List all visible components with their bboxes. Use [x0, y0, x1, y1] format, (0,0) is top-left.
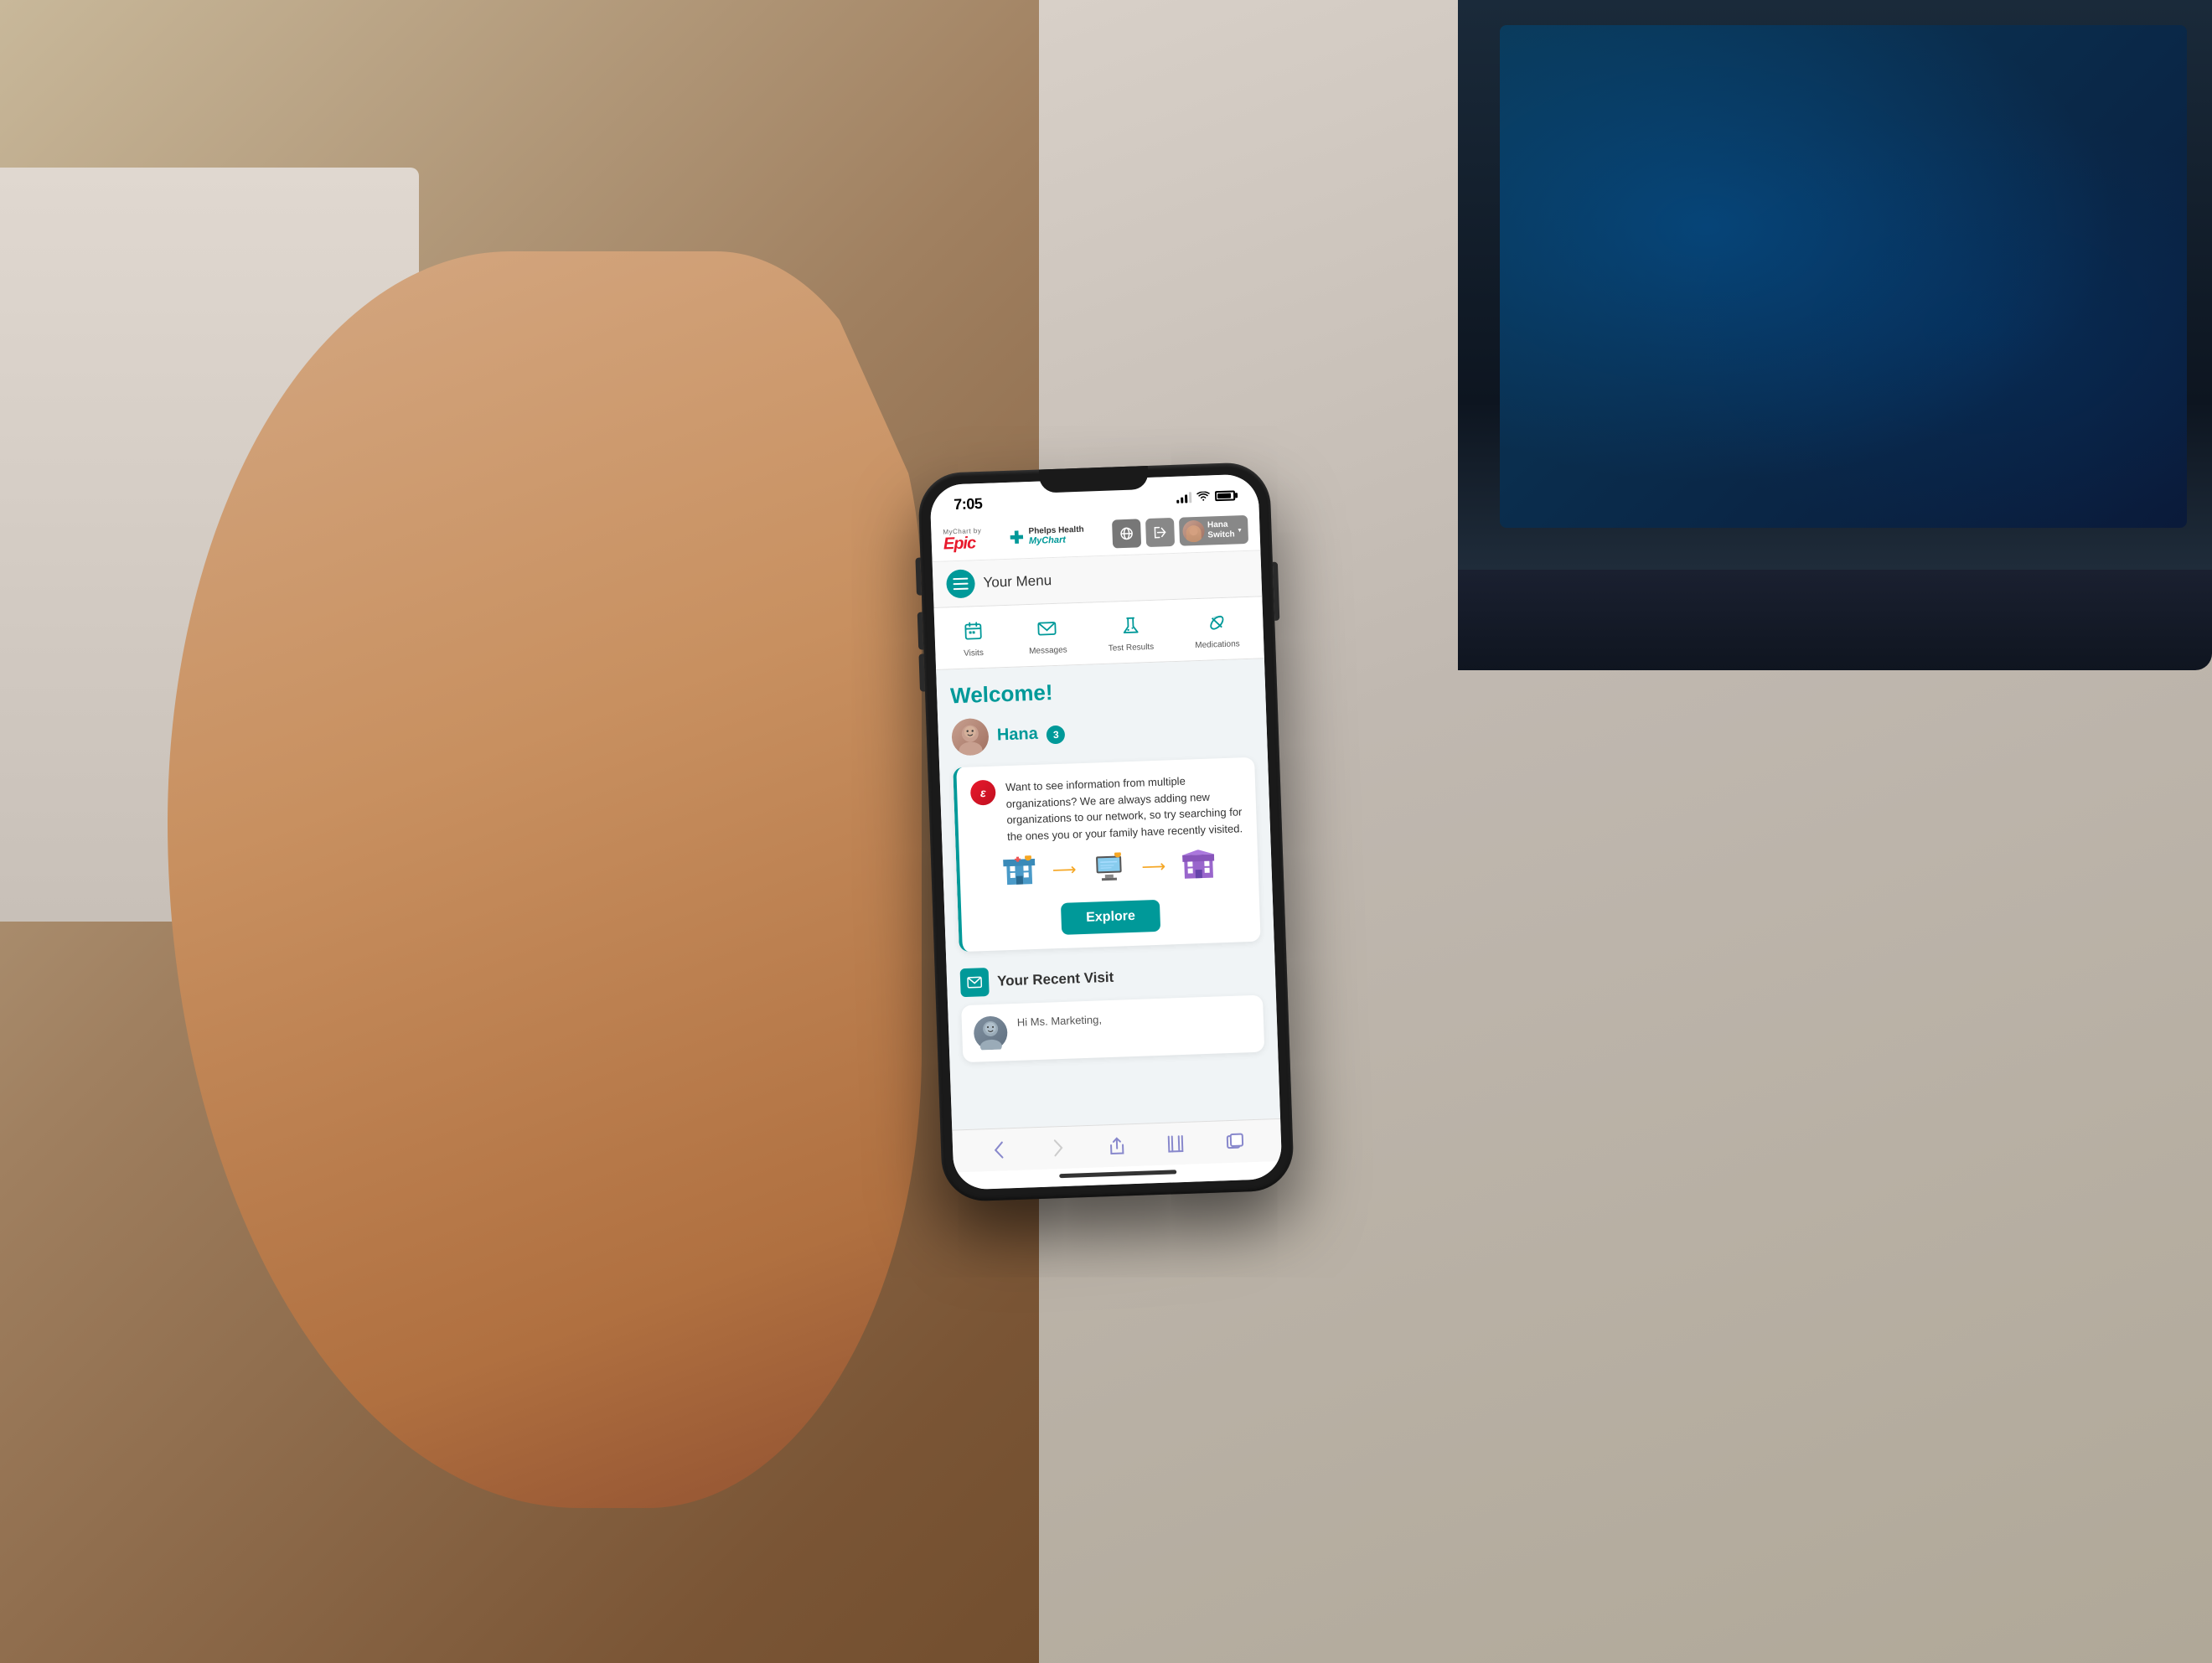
explore-button[interactable]: Explore [1061, 899, 1161, 934]
welcome-title: Welcome! [950, 672, 1253, 709]
explore-card-text: Want to see information from multiple or… [1005, 771, 1244, 844]
home-bar [1059, 1170, 1176, 1178]
header-logo: MyChart by Epic [943, 526, 982, 552]
browser-tabs-icon [1225, 1132, 1244, 1151]
nav-test-results-label: Test Results [1109, 642, 1155, 653]
browser-tabs-button[interactable] [1222, 1128, 1248, 1154]
user-name-line1: Hana [1207, 519, 1235, 530]
logout-icon [1153, 525, 1167, 540]
nav-medications[interactable]: Medications [1187, 604, 1247, 653]
menu-label: Your Menu [983, 572, 1052, 591]
browser-share-icon [1108, 1136, 1127, 1155]
nav-test-results[interactable]: Test Results [1100, 607, 1160, 656]
browser-back-icon [993, 1140, 1005, 1159]
building-hospital-icon [1003, 855, 1036, 886]
recent-visit-section: Your Recent Visit [947, 958, 1279, 1070]
browser-book-button[interactable] [1163, 1130, 1189, 1156]
nav-visits-label: Visits [964, 648, 984, 658]
battery-icon [1215, 489, 1235, 500]
logo-epic: Epic [943, 534, 976, 551]
phone-screen: 7:05 [929, 473, 1282, 1190]
building-clinic-icon [1181, 849, 1214, 880]
globe-button[interactable] [1112, 519, 1141, 548]
connector-icon-2: ⟶ [1141, 855, 1166, 877]
hamburger-button[interactable] [946, 569, 975, 598]
envelope-blue-icon [960, 967, 990, 996]
hospital-sub: MyChart [1029, 535, 1085, 546]
signal-icon [1176, 490, 1191, 503]
envelope-icon [1032, 613, 1062, 643]
laptop-body [1458, 0, 2212, 670]
recent-visit-title: Your Recent Visit [997, 968, 1114, 989]
phone-notch [1039, 465, 1149, 493]
nav-medications-label: Medications [1195, 639, 1240, 650]
content-area: Welcome! [936, 658, 1280, 1129]
browser-share-button[interactable] [1104, 1133, 1130, 1159]
nav-visits[interactable]: Visits [951, 612, 995, 662]
visit-text: Hi Ms. Marketing, [1017, 1012, 1103, 1030]
logout-button[interactable] [1145, 517, 1175, 546]
user-name-line2: Switch [1207, 529, 1235, 540]
user-account-button[interactable]: Hana Switch ▾ [1179, 514, 1248, 545]
header-actions: Hana Switch ▾ [1112, 514, 1248, 548]
status-icons [1176, 488, 1235, 502]
explore-card: ε Want to see information from multiple … [953, 757, 1260, 951]
phone-wrapper: 7:05 [917, 461, 1295, 1201]
flask-icon [1116, 611, 1145, 640]
cross-icon: ✚ [1010, 526, 1025, 548]
browser-back-button[interactable] [986, 1137, 1012, 1163]
quick-nav: Visits Messages [934, 597, 1264, 670]
phone-shell: 7:05 [917, 461, 1295, 1201]
epic-e-icon: ε [970, 779, 996, 805]
doctor-avatar [974, 1015, 1008, 1050]
wifi-icon [1196, 490, 1210, 501]
calendar-icon [959, 616, 988, 645]
browser-forward-icon [1052, 1138, 1064, 1156]
user-greeting: Hana 3 [951, 708, 1253, 756]
browser-book-icon [1167, 1134, 1185, 1153]
nav-messages-label: Messages [1029, 645, 1067, 656]
menu-icon [953, 577, 968, 580]
avatar [1182, 519, 1205, 542]
status-time: 7:05 [954, 494, 983, 513]
avatar-image [951, 717, 990, 756]
card-illustration: ⟶ [972, 836, 1245, 899]
globe-icon [1119, 526, 1134, 540]
laptop-keyboard [1458, 570, 2212, 670]
browser-forward-button[interactable] [1045, 1134, 1071, 1160]
notification-badge: 3 [1047, 725, 1066, 744]
welcome-section: Welcome! [936, 658, 1274, 968]
nav-messages[interactable]: Messages [1021, 610, 1074, 659]
visit-preview-text: Hi Ms. Marketing, [1017, 1013, 1103, 1029]
header-hospital: ✚ Phelps Health MyChart [1010, 524, 1085, 548]
pill-icon [1202, 607, 1231, 637]
visit-preview[interactable]: Hi Ms. Marketing, [961, 994, 1264, 1062]
connector-icon: ⟶ [1052, 858, 1077, 880]
greeting-avatar [951, 717, 990, 756]
chevron-down-icon: ▾ [1238, 525, 1241, 533]
computer-icon [1093, 852, 1125, 883]
greeting-name: Hana [997, 724, 1039, 744]
laptop-screen [1500, 25, 2187, 528]
